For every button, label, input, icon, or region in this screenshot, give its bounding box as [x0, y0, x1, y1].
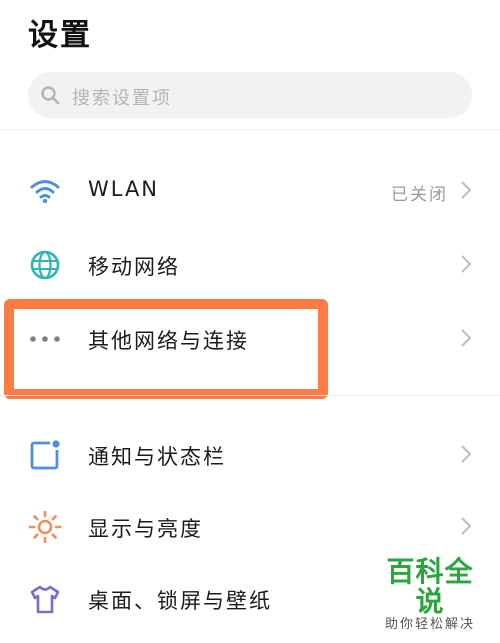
page-title: 设置 [28, 18, 92, 53]
wifi-icon [30, 180, 60, 204]
settings-item-label: 显示与亮度 [88, 517, 203, 541]
chevron-right-icon [461, 255, 472, 273]
section-divider [0, 395, 500, 396]
settings-item-label: WLAN [88, 177, 160, 201]
sun-icon [28, 510, 62, 544]
watermark-logo: 百科全说 助你轻松解决 [374, 557, 486, 633]
settings-item-label: 桌面、锁屏与壁纸 [88, 589, 272, 613]
tshirt-icon [30, 585, 60, 614]
chevron-right-icon [461, 329, 472, 347]
highlight-box [4, 299, 328, 399]
notification-icon [30, 440, 60, 470]
settings-item-notifications[interactable]: 通知与状态栏 [0, 424, 500, 484]
watermark-subtitle: 助你轻松解决 [384, 617, 475, 632]
watermark-title: 百科全说 [386, 555, 474, 618]
settings-item-mobile-network[interactable]: 移动网络 [0, 234, 500, 294]
settings-item-display[interactable]: 显示与亮度 [0, 496, 500, 556]
settings-item-wlan[interactable]: WLAN 已关闭 [0, 160, 500, 220]
chevron-right-icon [461, 445, 472, 463]
globe-icon [30, 250, 60, 280]
chevron-right-icon [461, 181, 472, 199]
chevron-right-icon [461, 517, 472, 535]
section-divider [0, 129, 500, 130]
settings-item-label: 通知与状态栏 [88, 445, 226, 469]
search-input[interactable]: 搜索设置项 [28, 72, 472, 118]
search-placeholder: 搜索设置项 [72, 88, 172, 109]
settings-item-label: 移动网络 [88, 255, 180, 279]
wlan-status: 已关闭 [391, 185, 448, 205]
search-icon [41, 86, 60, 105]
